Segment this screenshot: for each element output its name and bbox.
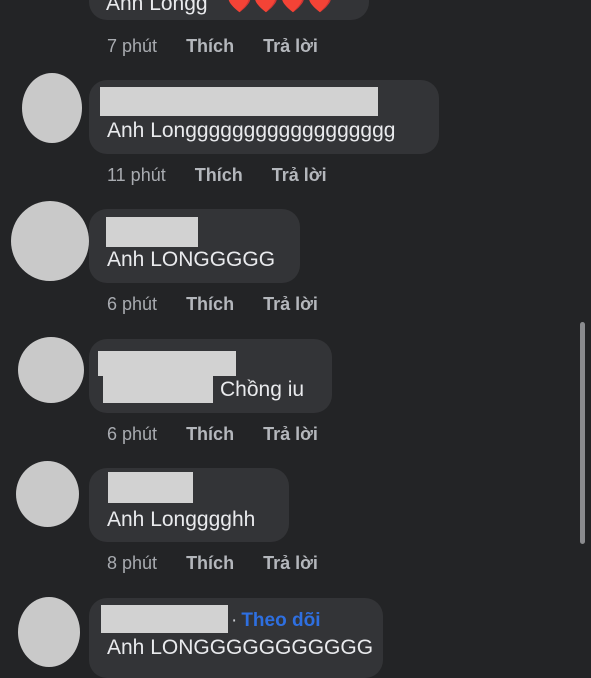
comment-time: 7 phút	[107, 36, 158, 56]
comment-actions: 6 phút Thích Trả lời	[107, 293, 318, 315]
reply-button[interactable]: Trả lời	[263, 36, 318, 56]
comment-actions: 11 phút Thích Trả lời	[107, 164, 327, 186]
redacted-username	[101, 605, 228, 633]
scrollbar[interactable]	[580, 322, 585, 544]
redacted-username	[108, 472, 193, 503]
comment-actions: 8 phút Thích Trả lời	[107, 552, 318, 574]
reply-button[interactable]: Trả lời	[263, 424, 318, 444]
follow-button[interactable]: · Theo dõi	[231, 610, 320, 632]
avatar[interactable]	[22, 73, 82, 143]
avatar[interactable]	[11, 201, 89, 281]
reply-button[interactable]: Trả lời	[263, 553, 318, 573]
follow-label: Theo dõi	[241, 610, 321, 631]
like-button[interactable]: Thích	[195, 165, 243, 185]
comment-text: Anh LONGGGGGGGGGGG	[107, 636, 374, 659]
like-button[interactable]: Thích	[186, 553, 234, 573]
comment-text: Anh Longg	[106, 0, 208, 15]
heart-icon: ❤️❤️❤️❤️	[227, 0, 335, 14]
reply-button[interactable]: Trả lời	[263, 294, 318, 314]
redacted-username	[100, 87, 378, 116]
avatar[interactable]	[18, 337, 84, 403]
comment-time: 11 phút	[107, 165, 166, 185]
comment-time: 6 phút	[107, 424, 158, 444]
redacted-username	[106, 217, 198, 247]
redacted-username	[98, 351, 236, 376]
reply-button[interactable]: Trả lời	[272, 165, 327, 185]
comment-actions: 7 phút Thích Trả lời	[107, 35, 318, 57]
comment-actions: 6 phút Thích Trả lời	[107, 423, 318, 445]
redacted-mention	[103, 376, 213, 403]
comment-text: Anh Longggggggggggggggggg	[107, 119, 396, 142]
avatar[interactable]	[18, 597, 80, 667]
comment-text: Anh LONGGGGG	[107, 248, 276, 271]
comment-text: Anh Longggghh	[107, 508, 256, 531]
comment-text: Chồng iu	[220, 378, 305, 401]
avatar[interactable]	[16, 461, 79, 527]
like-button[interactable]: Thích	[186, 294, 234, 314]
like-button[interactable]: Thích	[186, 36, 234, 56]
comment-time: 8 phút	[107, 553, 158, 573]
like-button[interactable]: Thích	[186, 424, 234, 444]
comment-time: 6 phút	[107, 294, 158, 314]
separator-dot: ·	[231, 610, 238, 631]
